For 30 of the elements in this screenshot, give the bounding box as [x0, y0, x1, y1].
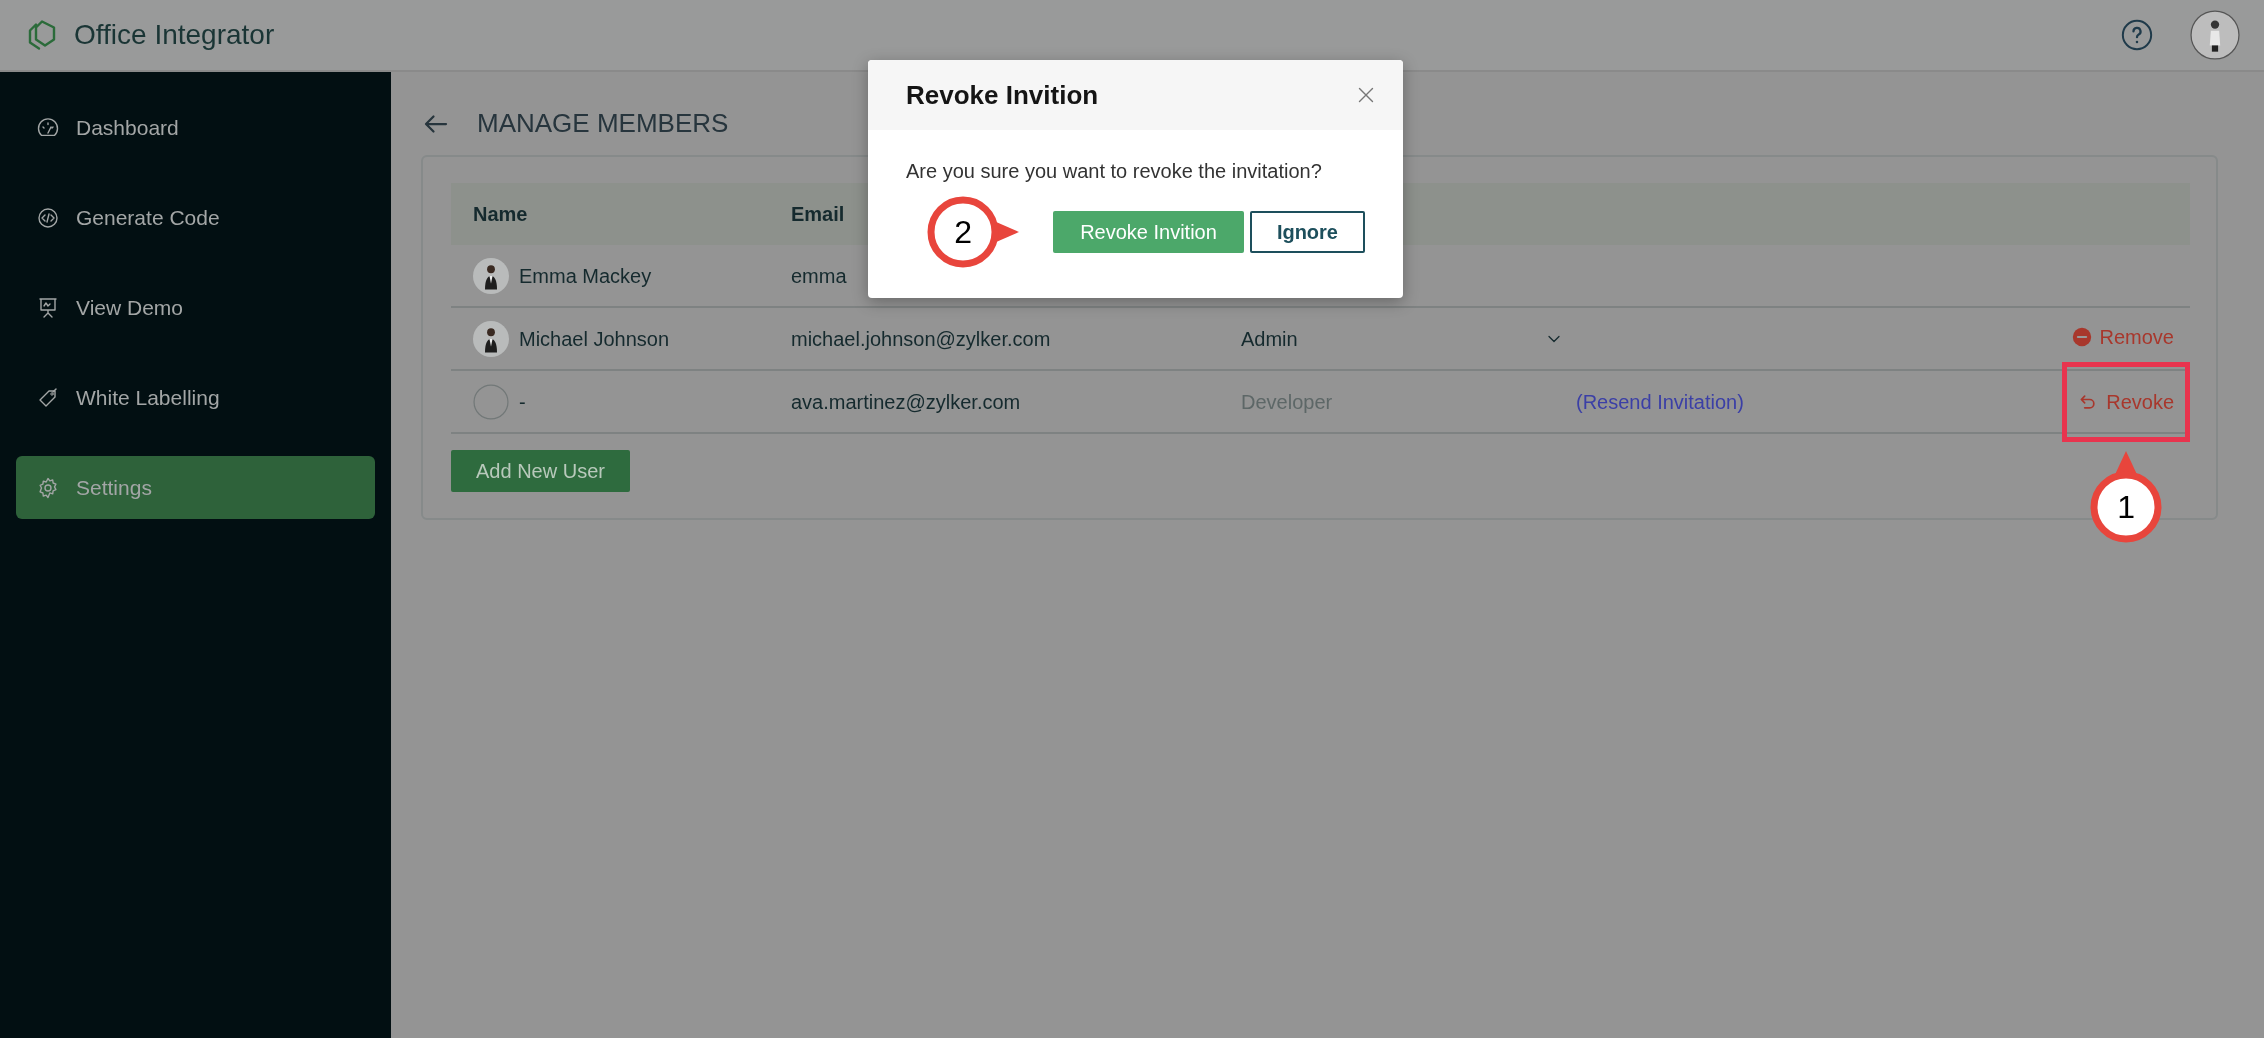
dialog-title: Revoke Invition [906, 78, 1099, 112]
member-name: Michael Johnson [519, 326, 670, 352]
step-callout: 1 [2090, 450, 2163, 543]
role-dropdown[interactable]: Admin [1241, 323, 1298, 354]
settings-icon [36, 475, 60, 500]
sidebar-item[interactable]: White Labelling [16, 366, 375, 429]
code-icon [36, 205, 60, 230]
member-email: michael.johnson@zylker.com [791, 327, 1051, 350]
member-name: Emma Mackey [519, 263, 652, 289]
ignore-button[interactable]: Ignore [1249, 211, 1365, 253]
member-email: ava.martinez@zylker.com [791, 390, 1021, 413]
avatar [473, 257, 509, 294]
sidebar-item[interactable]: View Demo [16, 276, 375, 339]
member-name: - [519, 389, 526, 415]
column-header: Name [473, 202, 528, 227]
user-avatar[interactable] [2190, 10, 2240, 60]
help-icon[interactable] [2120, 18, 2154, 52]
easel-icon [36, 295, 60, 320]
dialog-message: Are you sure you want to revoke the invitation? [906, 159, 1323, 184]
avatar [473, 320, 509, 357]
column-header: Email [791, 203, 845, 225]
sidebar-item[interactable]: Dashboard [16, 96, 375, 159]
member-email: emma [791, 264, 847, 287]
minus-circle-icon [2071, 327, 2092, 347]
app-title: Office Integrator [74, 18, 275, 52]
page-title: MANAGE MEMBERS [477, 107, 729, 140]
sidebar-item[interactable]: Generate Code [16, 186, 375, 249]
avatar [473, 383, 509, 420]
add-user-button[interactable]: Add New User [451, 450, 630, 492]
step-callout: 2 [927, 196, 1020, 268]
